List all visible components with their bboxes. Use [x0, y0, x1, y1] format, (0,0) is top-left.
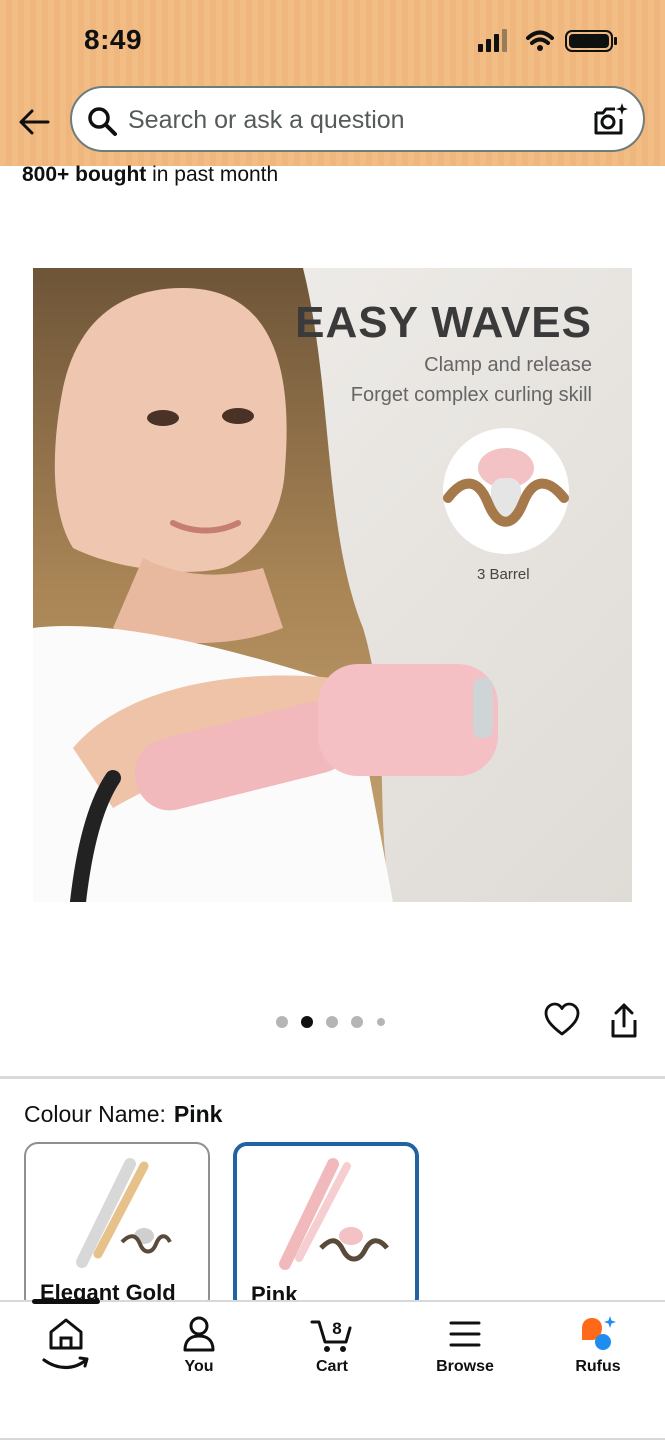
carousel-dots[interactable] — [276, 1014, 396, 1030]
barrel-inset — [443, 428, 569, 554]
colour-option-elegant-gold[interactable]: Elegant Gold — [24, 1142, 210, 1312]
search-input[interactable] — [128, 102, 568, 138]
hero-subtitle-2: Forget complex curling skill — [350, 384, 592, 406]
hero-title: EASY WAVES — [295, 298, 592, 347]
nav-label: Browse — [436, 1358, 494, 1375]
menu-icon — [449, 1321, 481, 1347]
hero-subtitle-1: Clamp and release — [424, 354, 592, 376]
carousel-dot[interactable] — [351, 1016, 363, 1028]
nav-home[interactable] — [11, 1314, 121, 1394]
cart-icon: 8 — [310, 1319, 352, 1352]
product-page: 8:49 Search or ask a question 800+ bough… — [0, 0, 665, 1440]
carousel-dot-active[interactable] — [301, 1016, 313, 1028]
colour-option-pink[interactable]: Pink — [233, 1142, 419, 1312]
status-icons — [478, 29, 617, 52]
carousel-dot[interactable] — [377, 1018, 385, 1026]
battery-icon — [565, 30, 617, 52]
nav-you[interactable]: You — [144, 1314, 254, 1394]
colour-name-label: Colour Name: — [24, 1101, 166, 1127]
share-icon[interactable] — [606, 1002, 642, 1040]
pink-thumbnail — [279, 1158, 389, 1270]
barrel-label: 3 Barrel — [477, 566, 530, 583]
nav-active-indicator — [32, 1299, 100, 1304]
barrel-icon — [443, 448, 569, 527]
bought-count: 800+ bought in past month — [22, 163, 278, 187]
face-shape — [54, 288, 287, 572]
search-icon — [88, 107, 117, 136]
camera-search-icon[interactable] — [591, 101, 629, 139]
signal-icon — [478, 29, 507, 52]
bottom-nav: You 8 Cart Browse Rufus — [0, 1299, 665, 1440]
nav-label: Cart — [315, 1358, 348, 1375]
colour-name-value: Pink — [173, 1101, 223, 1127]
nav-cart[interactable]: 8 Cart — [277, 1314, 387, 1394]
nav-rufus[interactable]: Rufus — [543, 1314, 653, 1394]
back-arrow-icon[interactable] — [14, 100, 58, 144]
elegant-gold-thumbnail — [76, 1158, 172, 1268]
divider — [0, 1076, 665, 1079]
rufus-icon — [582, 1316, 616, 1350]
carousel-dot[interactable] — [326, 1016, 338, 1028]
status-time: 8:49 — [84, 24, 143, 55]
person-icon — [183, 1316, 215, 1352]
heart-icon[interactable] — [544, 1002, 580, 1038]
bought-count-value: 800+ bought — [22, 163, 147, 186]
bought-count-suffix: in past month — [152, 163, 279, 186]
search-bar[interactable] — [70, 86, 645, 152]
home-icon — [42, 1318, 89, 1370]
nav-browse[interactable]: Browse — [410, 1314, 520, 1394]
colour-name-row: Colour Name: Pink — [24, 1101, 222, 1128]
wifi-icon — [526, 30, 554, 51]
cart-count-badge: 8 — [332, 1319, 341, 1338]
nav-label: You — [184, 1358, 214, 1375]
header: 8:49 — [0, 0, 665, 166]
nav-label: Rufus — [575, 1358, 621, 1375]
carousel-dot[interactable] — [276, 1016, 288, 1028]
product-image[interactable]: EASY WAVES Clamp and release Forget comp… — [33, 268, 632, 902]
